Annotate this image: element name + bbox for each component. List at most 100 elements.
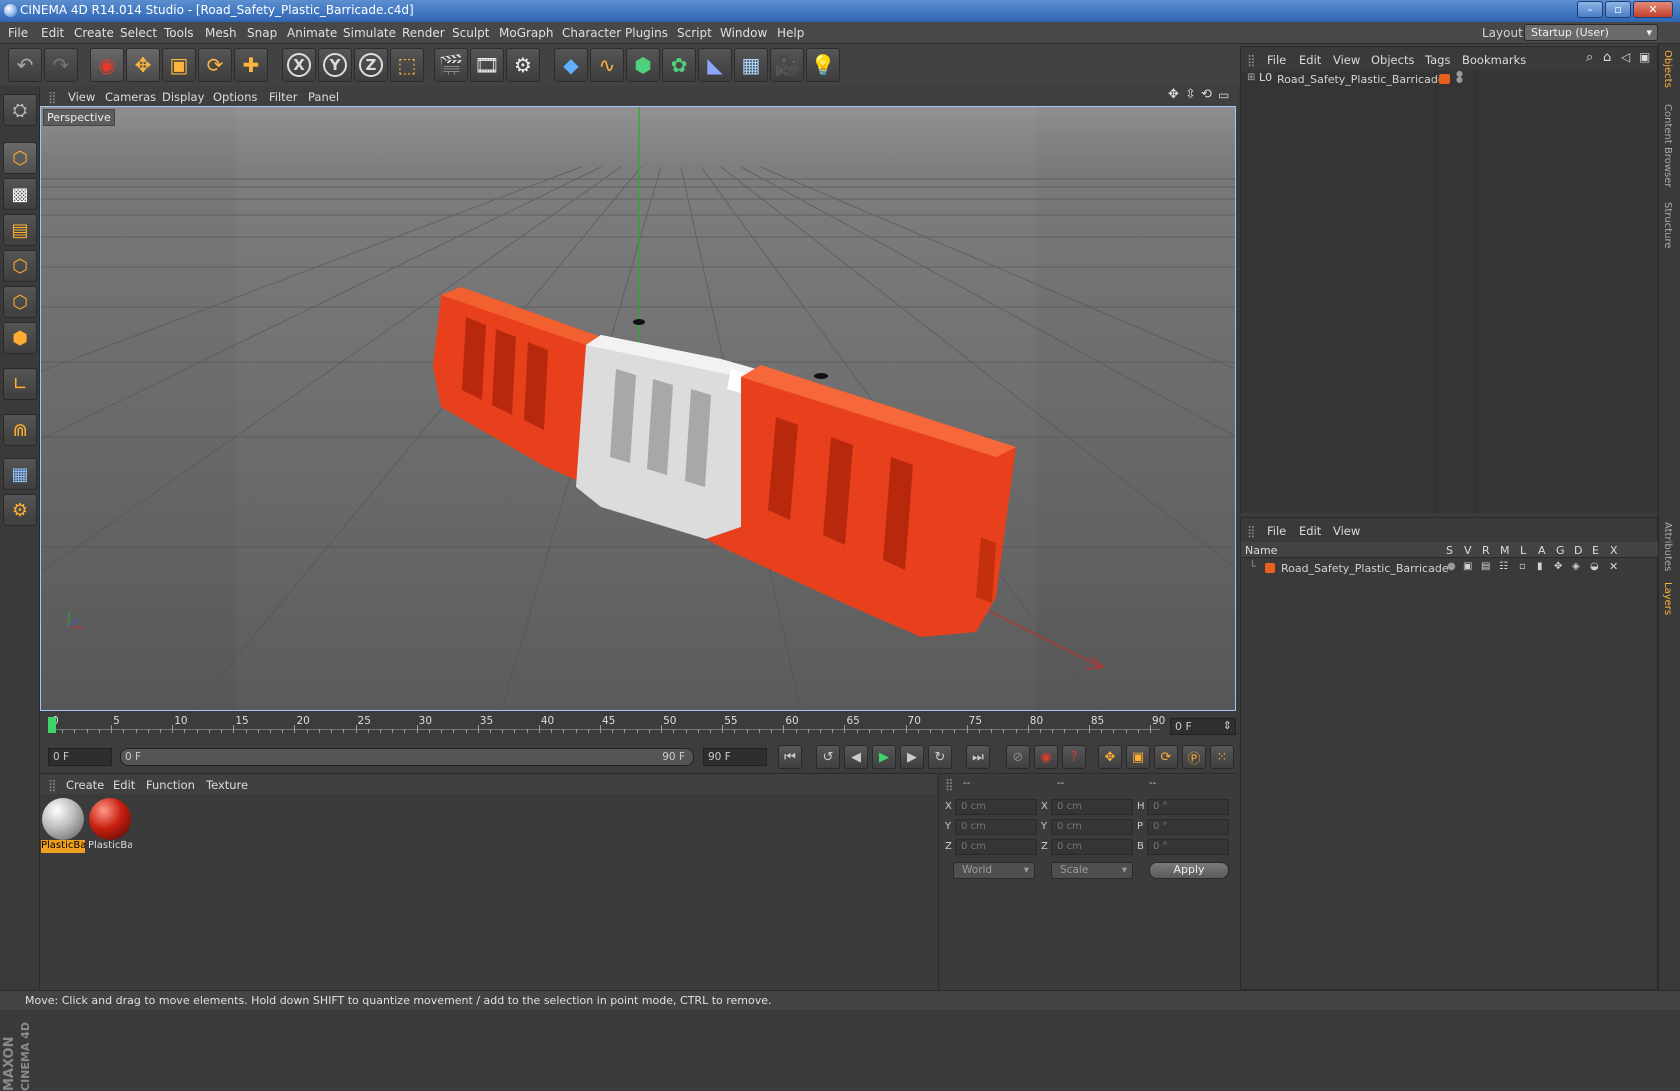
column-animation[interactable]: A xyxy=(1538,544,1546,557)
previous-frame-button[interactable]: ◀ xyxy=(844,745,868,769)
column-solo[interactable]: S xyxy=(1446,544,1453,557)
objects-menu-edit[interactable]: Edit xyxy=(1299,53,1321,67)
make-editable-button[interactable]: ⛭ xyxy=(3,94,37,126)
cloner-button[interactable]: ✿ xyxy=(662,48,696,82)
record-keys-button[interactable]: ⊘ xyxy=(1006,745,1030,769)
manager-toggle-icon[interactable]: ☷ xyxy=(1499,561,1508,572)
cube-button[interactable]: ◆ xyxy=(554,48,588,82)
workplane-rotate-button[interactable]: ⚙ xyxy=(3,494,37,526)
layers-menu-view[interactable]: View xyxy=(1333,524,1360,538)
home-icon[interactable]: ⌂ xyxy=(1603,50,1611,65)
viewport-pan-icon[interactable]: ✥ xyxy=(1168,87,1179,102)
objects-menu-file[interactable]: File xyxy=(1267,53,1286,67)
viewport-menu-options[interactable]: Options xyxy=(213,90,257,104)
solo-toggle-icon[interactable]: ● xyxy=(1447,561,1456,572)
next-key-button[interactable]: ↻ xyxy=(928,745,952,769)
view-toggle-icon[interactable]: ▣ xyxy=(1463,561,1472,572)
viewport-menu-panel[interactable]: Panel xyxy=(308,90,339,104)
menu-tools[interactable]: Tools xyxy=(164,26,194,40)
undo-button[interactable]: ↶ xyxy=(8,48,42,82)
start-frame-field[interactable]: 0 F xyxy=(48,748,112,766)
move-button[interactable]: ✥ xyxy=(126,48,160,82)
column-generators[interactable]: G xyxy=(1556,544,1565,557)
key-rotation-button[interactable]: ⟳ xyxy=(1154,745,1178,769)
current-frame-field[interactable]: 0 F⇕ xyxy=(1170,718,1236,735)
tab-content-browser[interactable]: Content Browser xyxy=(1662,104,1673,187)
playhead-marker[interactable] xyxy=(48,717,56,733)
expand-icon[interactable]: ⊞ xyxy=(1247,72,1255,83)
maximize-button[interactable]: ▫ xyxy=(1605,1,1631,18)
floor-button[interactable]: ▦ xyxy=(734,48,768,82)
tab-structure[interactable]: Structure xyxy=(1662,202,1673,249)
coordinate-system-button[interactable]: ⬚ xyxy=(390,48,424,82)
edges-mode-button[interactable]: ⬡ xyxy=(3,286,37,318)
scale-button[interactable]: ▣ xyxy=(162,48,196,82)
rotate-button[interactable]: ⟳ xyxy=(198,48,232,82)
menu-sculpt[interactable]: Sculpt xyxy=(452,26,489,40)
viewport-menu-display[interactable]: Display xyxy=(162,90,204,104)
key-pla-button[interactable]: ⁙ xyxy=(1210,745,1234,769)
generator-toggle-icon[interactable]: ✥ xyxy=(1554,561,1562,572)
material-menu-function[interactable]: Function xyxy=(146,778,195,792)
expression-toggle-icon[interactable]: ◒ xyxy=(1590,561,1599,572)
next-frame-button[interactable]: ▶ xyxy=(900,745,924,769)
viewport-menu-cameras[interactable]: Cameras xyxy=(105,90,156,104)
menu-file[interactable]: File xyxy=(8,26,28,40)
animation-toggle-icon[interactable]: ▮ xyxy=(1537,561,1543,572)
column-deformers[interactable]: D xyxy=(1574,544,1582,557)
subdivision-button[interactable]: ⬢ xyxy=(626,48,660,82)
layer-row[interactable]: └ Road_Safety_Plastic_Barricade ● ▣ ▤ ☷ … xyxy=(1241,560,1658,576)
xref-toggle-icon[interactable]: ✕ xyxy=(1609,560,1618,573)
menu-script[interactable]: Script xyxy=(677,26,712,40)
rot-h-field[interactable]: 0 ° xyxy=(1147,799,1229,815)
column-view[interactable]: V xyxy=(1464,544,1472,557)
menu-animate[interactable]: Animate xyxy=(287,26,337,40)
render-settings-button[interactable]: ⚙ xyxy=(506,48,540,82)
texture-mode-button[interactable]: ▩ xyxy=(3,178,37,210)
menu-mograph[interactable]: MoGraph xyxy=(499,26,554,40)
model-mode-button[interactable]: ⬡ xyxy=(3,142,37,174)
material-menu-edit[interactable]: Edit xyxy=(113,778,135,792)
render-picture-viewer-button[interactable]: 🎞 xyxy=(470,48,504,82)
layers-menu-file[interactable]: File xyxy=(1267,524,1286,538)
deformer-toggle-icon[interactable]: ◈ xyxy=(1572,561,1580,572)
layer-color-icon[interactable] xyxy=(1439,74,1450,84)
viewport-toggle-icon[interactable]: ▭ xyxy=(1218,88,1229,102)
collapse-icon[interactable]: ◁ xyxy=(1621,50,1630,64)
camera-button[interactable]: 🎥 xyxy=(770,48,804,82)
apply-button[interactable]: Apply xyxy=(1149,862,1229,879)
go-to-end-button[interactable]: ⏭ xyxy=(966,745,990,769)
snap-button[interactable]: ⋒ xyxy=(3,414,37,446)
size-z-field[interactable]: 0 cm xyxy=(1051,839,1133,855)
object-row[interactable]: ⊞ L0 Road_Safety_Plastic_Barricade ●● xyxy=(1241,71,1658,88)
material-menu-texture[interactable]: Texture xyxy=(206,778,248,792)
tab-objects[interactable]: Objects xyxy=(1662,50,1673,88)
menu-snap[interactable]: Snap xyxy=(247,26,277,40)
key-scale-button[interactable]: ▣ xyxy=(1126,745,1150,769)
tab-attributes[interactable]: Attributes xyxy=(1662,522,1673,571)
object-list[interactable]: ⊞ L0 Road_Safety_Plastic_Barricade ●● xyxy=(1241,71,1658,513)
object-name[interactable]: Road_Safety_Plastic_Barricade xyxy=(1277,73,1445,86)
viewport-rotate-icon[interactable]: ⟲ xyxy=(1201,87,1212,102)
live-selection-button[interactable]: ◉ xyxy=(90,48,124,82)
frame-range-slider[interactable]: 0 F 90 F xyxy=(120,748,694,766)
pos-x-field[interactable]: 0 cm xyxy=(955,799,1037,815)
menu-select[interactable]: Select xyxy=(120,26,157,40)
timeline-track[interactable]: 051015202530354045505560657075808590 xyxy=(50,715,1170,737)
new-panel-icon[interactable]: ▣ xyxy=(1639,50,1650,64)
menu-create[interactable]: Create xyxy=(74,26,114,40)
size-y-field[interactable]: 0 cm xyxy=(1051,819,1133,835)
autokey-button[interactable]: ◉ xyxy=(1034,745,1058,769)
layer-name[interactable]: Road_Safety_Plastic_Barricade xyxy=(1281,562,1449,575)
lock-toggle-icon[interactable]: ▫ xyxy=(1519,561,1526,572)
objects-menu-view[interactable]: View xyxy=(1333,53,1360,67)
spline-button[interactable]: ∿ xyxy=(590,48,624,82)
objects-menu-tags[interactable]: Tags xyxy=(1425,53,1450,67)
layers-menu-edit[interactable]: Edit xyxy=(1299,524,1321,538)
render-toggle-icon[interactable]: ▤ xyxy=(1481,561,1490,572)
menu-character[interactable]: Character xyxy=(562,26,621,40)
viewport-camera-label[interactable]: Perspective xyxy=(43,109,115,126)
pos-z-field[interactable]: 0 cm xyxy=(955,839,1037,855)
column-name[interactable]: Name xyxy=(1245,544,1277,557)
size-x-field[interactable]: 0 cm xyxy=(1051,799,1133,815)
